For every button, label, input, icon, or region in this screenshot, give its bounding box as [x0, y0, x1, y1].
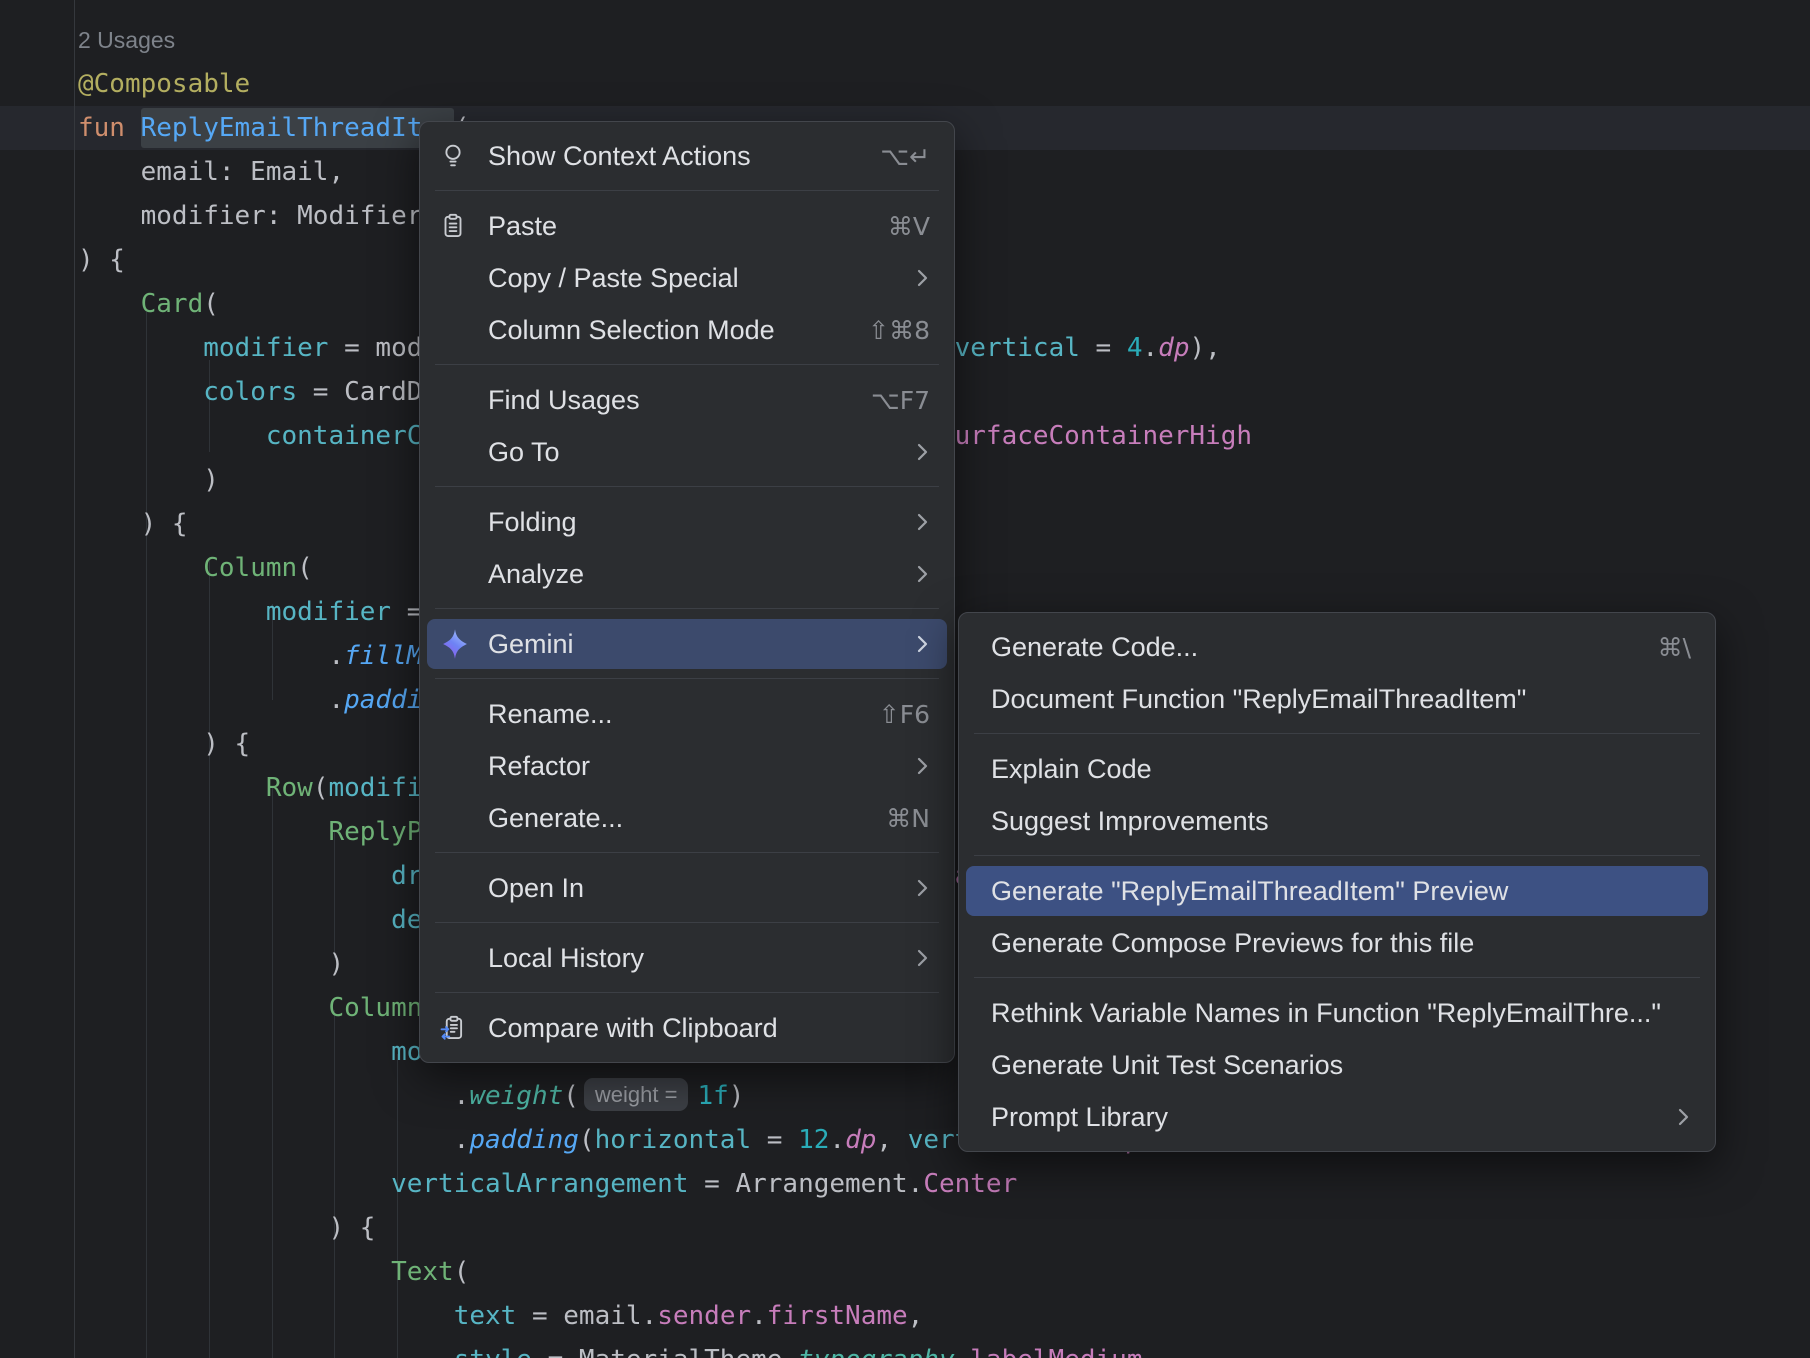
menu-item-show-context-actions[interactable]: Show Context Actions ⌥↵	[420, 130, 954, 182]
menu-item-paste[interactable]: Paste ⌘V	[420, 200, 954, 252]
menu-item-copy-paste-special[interactable]: Copy / Paste Special	[420, 252, 954, 304]
menu-item-explain-code[interactable]: Explain Code	[959, 743, 1715, 795]
menu-separator	[420, 914, 954, 932]
menu-item-label: Rethink Variable Names in Function "Repl…	[991, 998, 1661, 1029]
compare-clipboard-icon	[438, 1013, 488, 1043]
menu-separator	[420, 984, 954, 1002]
menu-separator	[420, 600, 954, 618]
submenu-arrow-icon	[885, 876, 930, 900]
menu-item-gemini[interactable]: Gemini	[420, 618, 954, 670]
menu-item-label: Show Context Actions	[488, 141, 751, 172]
code-line: Text(	[78, 1250, 1252, 1294]
menu-shortcut: ⌥↵	[850, 142, 930, 171]
submenu-arrow-icon	[885, 946, 930, 970]
code-line: style = MaterialTheme.typography.labelMe…	[78, 1338, 1252, 1358]
menu-item-local-history[interactable]: Local History	[420, 932, 954, 984]
menu-separator	[959, 969, 1715, 987]
gemini-sparkle-icon	[438, 627, 488, 661]
menu-item-suggest-improvements[interactable]: Suggest Improvements	[959, 795, 1715, 847]
menu-item-label: Refactor	[488, 751, 590, 782]
menu-item-label: Generate Code...	[991, 632, 1198, 663]
menu-item-label: Prompt Library	[991, 1102, 1168, 1133]
menu-item-label: Analyze	[488, 559, 584, 590]
menu-item-generate-compose-previews-for-this-file[interactable]: Generate Compose Previews for this file	[959, 917, 1715, 969]
menu-item-label: Open In	[488, 873, 584, 904]
submenu-arrow-icon	[1646, 1105, 1691, 1129]
menu-item-label: Document Function "ReplyEmailThreadItem"	[991, 684, 1526, 715]
gemini-submenu: Generate Code... ⌘\ Document Function "Rep…	[958, 612, 1716, 1152]
menu-item-generate[interactable]: Generate... ⌘N	[420, 792, 954, 844]
menu-item-go-to[interactable]: Go To	[420, 426, 954, 478]
menu-item-find-usages[interactable]: Find Usages ⌥F7	[420, 374, 954, 426]
menu-item-compare-with-clipboard[interactable]: Compare with Clipboard	[420, 1002, 954, 1054]
submenu-arrow-icon	[885, 562, 930, 586]
menu-item-label: Generate...	[488, 803, 623, 834]
menu-item-generate-code[interactable]: Generate Code... ⌘\	[959, 621, 1715, 673]
menu-item-generate-replyemailthreaditem-preview[interactable]: Generate "ReplyEmailThreadItem" Preview	[959, 865, 1715, 917]
menu-item-generate-unit-test-scenarios[interactable]: Generate Unit Test Scenarios	[959, 1039, 1715, 1091]
menu-separator	[420, 844, 954, 862]
menu-item-label: Gemini	[488, 629, 574, 660]
menu-shortcut: ⇧⌘8	[838, 316, 930, 345]
code-line: verticalArrangement = Arrangement.Center	[78, 1162, 1252, 1206]
menu-item-label: Folding	[488, 507, 577, 538]
menu-separator	[420, 356, 954, 374]
lightbulb-icon	[438, 141, 488, 171]
menu-item-document-function-replyemailthreaditem[interactable]: Document Function "ReplyEmailThreadItem"	[959, 673, 1715, 725]
menu-item-prompt-library[interactable]: Prompt Library	[959, 1091, 1715, 1143]
code-line: ) {	[78, 1206, 1252, 1250]
menu-item-label: Generate "ReplyEmailThreadItem" Preview	[991, 876, 1508, 907]
paste-icon	[438, 211, 488, 241]
menu-shortcut: ⌘N	[856, 804, 930, 833]
menu-shortcut: ⌥F7	[841, 386, 930, 415]
menu-item-refactor[interactable]: Refactor	[420, 740, 954, 792]
menu-separator	[420, 182, 954, 200]
menu-separator	[959, 847, 1715, 865]
menu-item-label: Rename...	[488, 699, 613, 730]
submenu-arrow-icon	[885, 510, 930, 534]
menu-item-label: Find Usages	[488, 385, 640, 416]
menu-item-analyze[interactable]: Analyze	[420, 548, 954, 600]
menu-item-label: Suggest Improvements	[991, 806, 1269, 837]
menu-separator	[420, 670, 954, 688]
menu-shortcut: ⌘\	[1628, 633, 1691, 662]
menu-separator	[959, 725, 1715, 743]
menu-item-open-in[interactable]: Open In	[420, 862, 954, 914]
ide-editor-screen: 2 Usages@Composablefun ReplyEmailThreadI…	[0, 0, 1810, 1358]
menu-item-column-selection-mode[interactable]: Column Selection Mode ⇧⌘8	[420, 304, 954, 356]
submenu-arrow-icon	[885, 440, 930, 464]
menu-separator	[420, 478, 954, 496]
menu-item-label: Local History	[488, 943, 644, 974]
menu-item-rethink-variable-names-in-function-replyemailthre[interactable]: Rethink Variable Names in Function "Repl…	[959, 987, 1715, 1039]
menu-item-folding[interactable]: Folding	[420, 496, 954, 548]
menu-item-label: Generate Unit Test Scenarios	[991, 1050, 1343, 1081]
menu-item-label: Generate Compose Previews for this file	[991, 928, 1474, 959]
gutter-separator	[74, 0, 75, 1358]
menu-item-rename[interactable]: Rename... ⇧F6	[420, 688, 954, 740]
menu-item-label: Compare with Clipboard	[488, 1013, 778, 1044]
code-line: text = email.sender.firstName,	[78, 1294, 1252, 1338]
usages-inlay-hint: 2 Usages	[78, 18, 1252, 62]
menu-item-label: Copy / Paste Special	[488, 263, 739, 294]
highlighted-identifier: ReplyEmailThreadItem	[141, 108, 454, 148]
submenu-arrow-icon	[885, 266, 930, 290]
menu-item-label: Go To	[488, 437, 560, 468]
submenu-arrow-icon	[885, 754, 930, 778]
menu-item-label: Paste	[488, 211, 557, 242]
code-line: @Composable	[78, 62, 1252, 106]
menu-shortcut: ⌘V	[858, 212, 930, 241]
menu-shortcut: ⇧F6	[849, 700, 930, 729]
context-menu: Show Context Actions ⌥↵ Paste ⌘V Copy / Pas…	[419, 121, 955, 1063]
menu-item-label: Explain Code	[991, 754, 1152, 785]
inline-parameter-hint: weight =	[584, 1078, 689, 1111]
submenu-arrow-icon	[885, 632, 930, 656]
menu-item-label: Column Selection Mode	[488, 315, 775, 346]
